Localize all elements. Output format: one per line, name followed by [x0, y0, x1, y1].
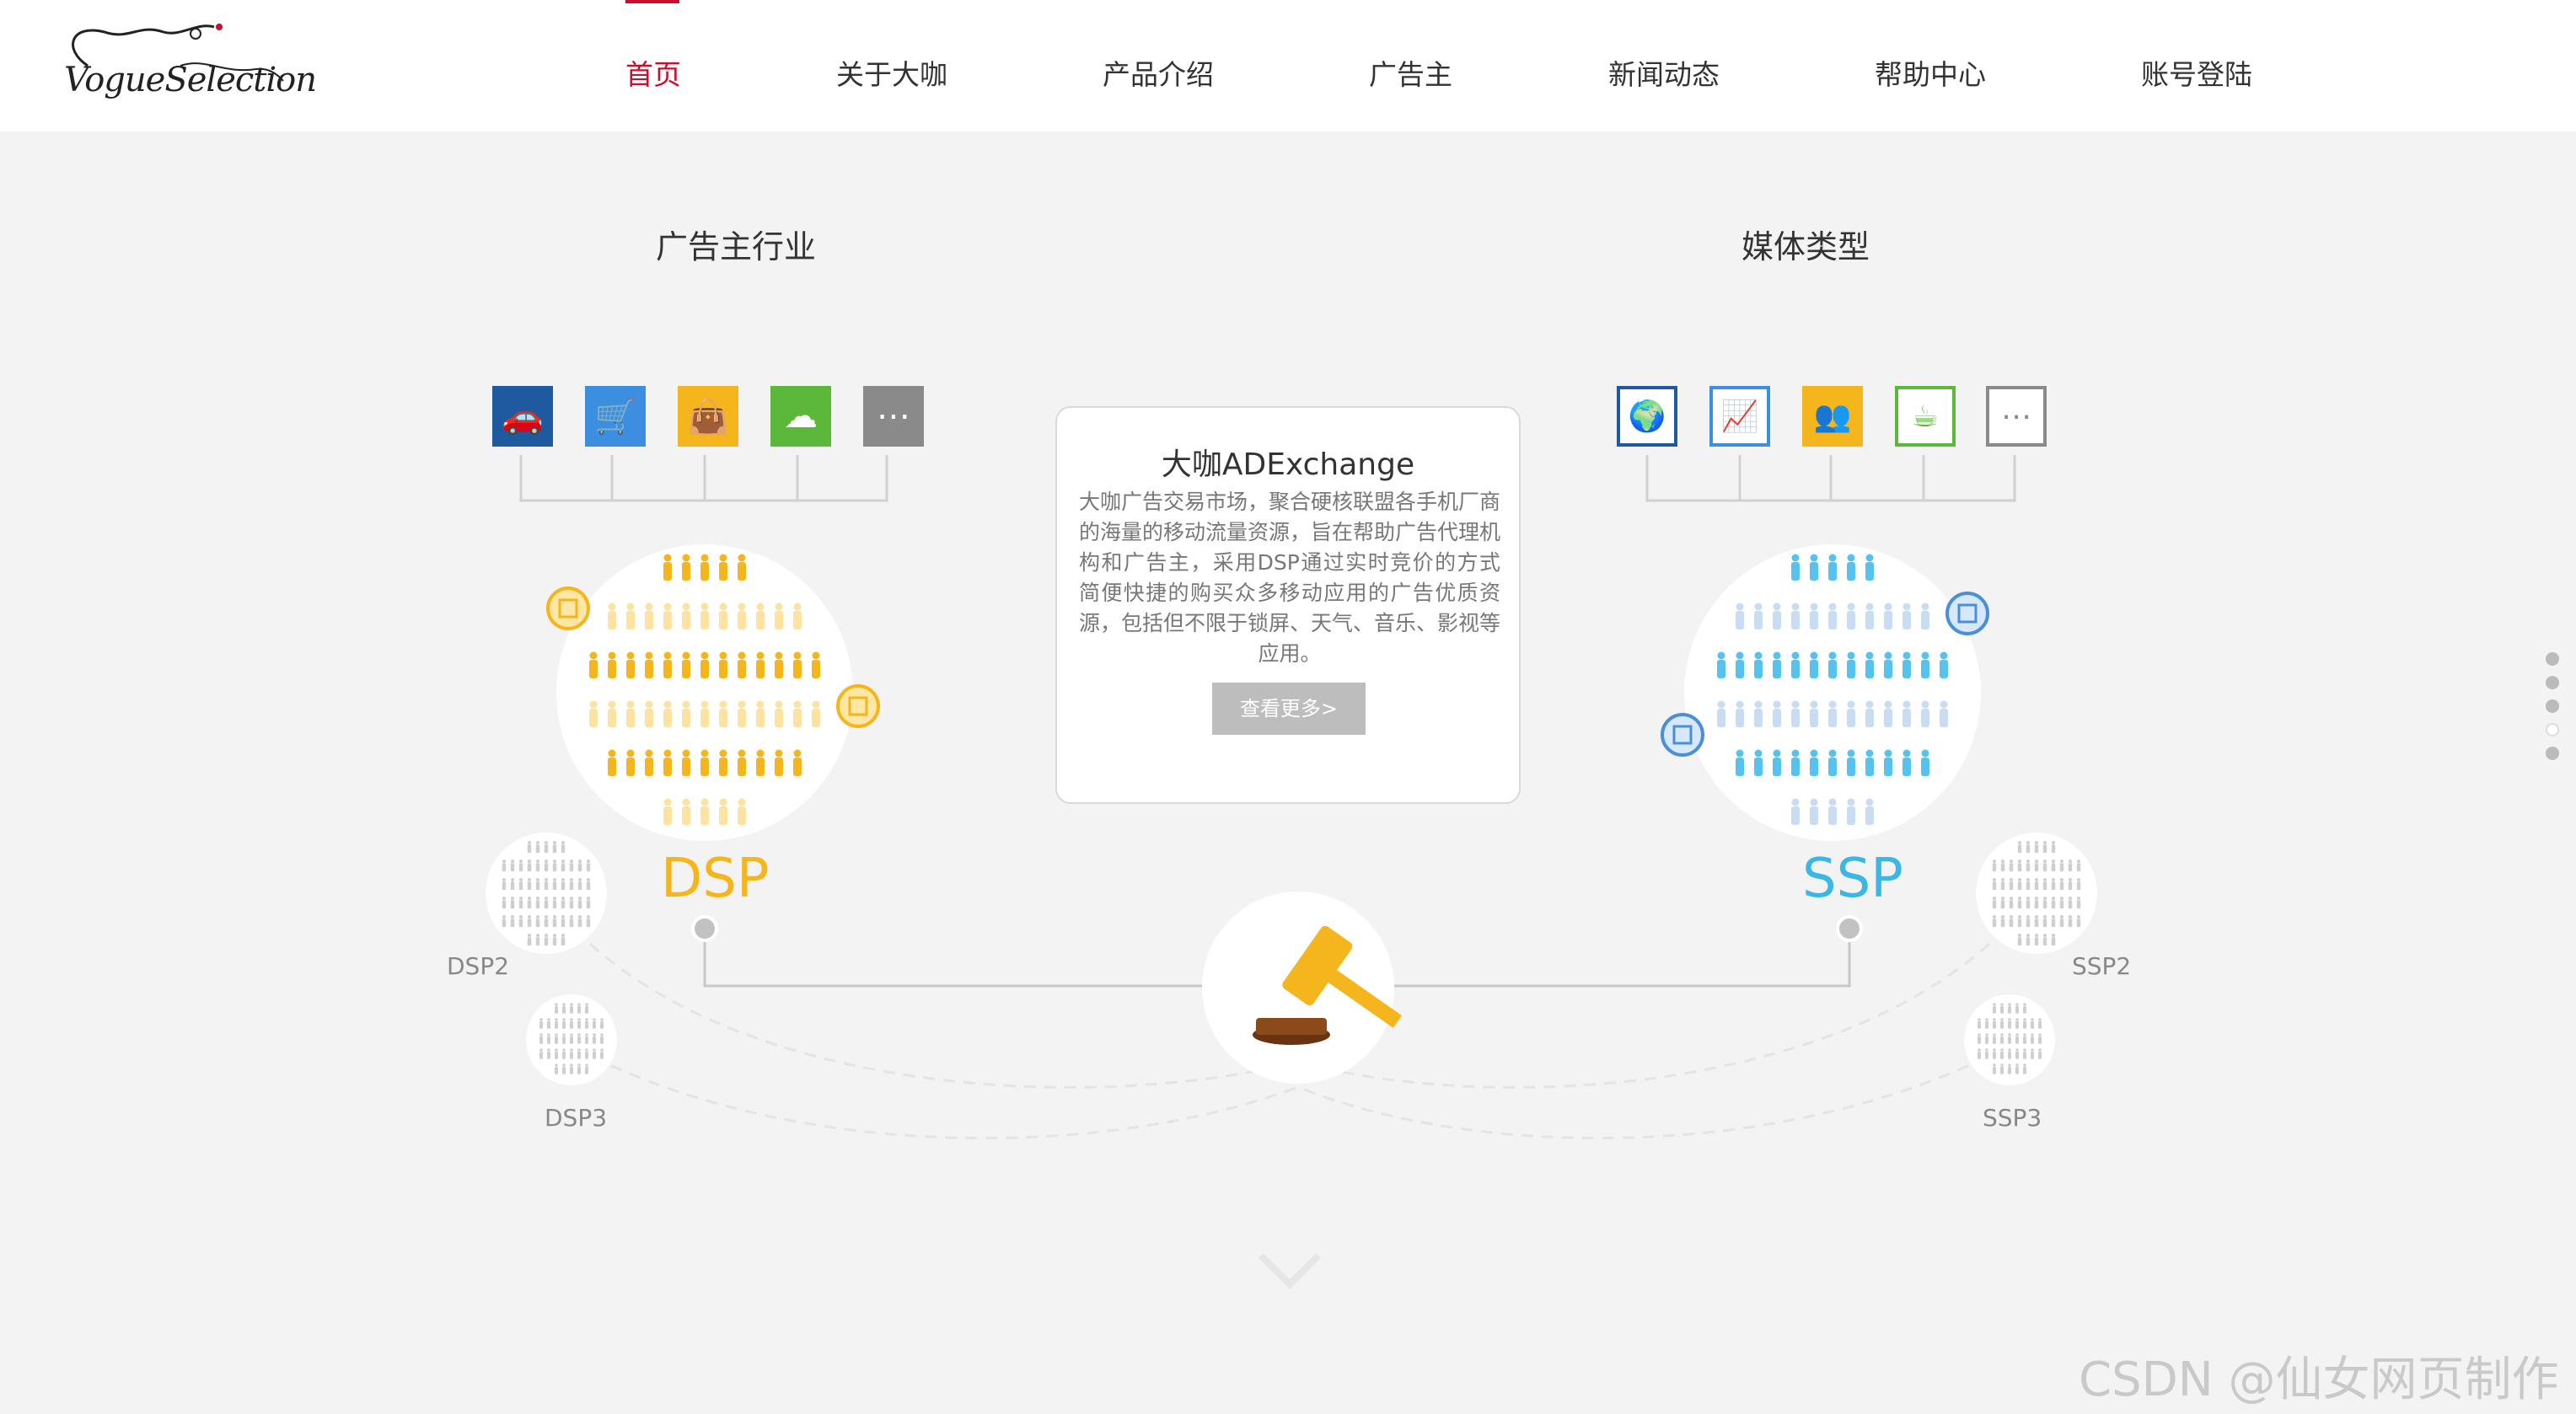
dsp2-label: DSP2 — [447, 952, 510, 980]
page-dot[interactable] — [2546, 723, 2559, 736]
page-dot[interactable] — [2546, 699, 2559, 713]
view-more-button[interactable]: 查看更多> — [1212, 683, 1366, 735]
left-connector-lines — [519, 455, 888, 502]
chart-icon[interactable]: 📈 — [1709, 386, 1770, 447]
globe-icon[interactable]: 🌍 — [1617, 386, 1677, 447]
dsp-circle — [556, 544, 853, 841]
page-dot[interactable] — [2546, 747, 2559, 760]
ssp3-label: SSP3 — [1983, 1104, 2042, 1132]
more-icon[interactable]: ⋯ — [1986, 386, 2047, 447]
ssp-circle — [1684, 544, 1981, 841]
cart-icon[interactable]: 🛒 — [585, 386, 646, 447]
right-connector-lines — [1645, 455, 2016, 502]
card-title: 大咖ADExchange — [1161, 447, 1415, 482]
watermark: CSDN @仙女网页制作 — [2079, 1352, 2559, 1407]
page-dot[interactable] — [2546, 652, 2559, 666]
cloud-icon[interactable]: ☁ — [770, 386, 831, 447]
dsp3-label: DSP3 — [545, 1104, 608, 1132]
dsp-label: DSP — [661, 848, 770, 910]
ssp2-label: SSP2 — [2072, 952, 2132, 980]
page-indicator — [2546, 652, 2559, 770]
card-description: 大咖广告交易市场，聚合硬核联盟各手机厂商的海量的移动流量资源，旨在帮助广告代理机… — [1079, 490, 1501, 666]
adexchange-card: 大咖ADExchange 大咖广告交易市场，聚合硬核联盟各手机厂商的海量的移动流… — [1055, 406, 1521, 804]
page-dot[interactable] — [2546, 676, 2559, 689]
people-icon[interactable]: 👥 — [1802, 386, 1863, 447]
bag-icon[interactable]: 👜 — [678, 386, 738, 447]
ssp-label: SSP — [1802, 848, 1903, 910]
more-icon[interactable]: ⋯ — [863, 386, 924, 447]
car-icon[interactable]: 🚗 — [492, 386, 553, 447]
coffee-icon[interactable]: ☕ — [1895, 386, 1956, 447]
scroll-down-chevron-icon[interactable] — [1256, 1251, 1323, 1293]
